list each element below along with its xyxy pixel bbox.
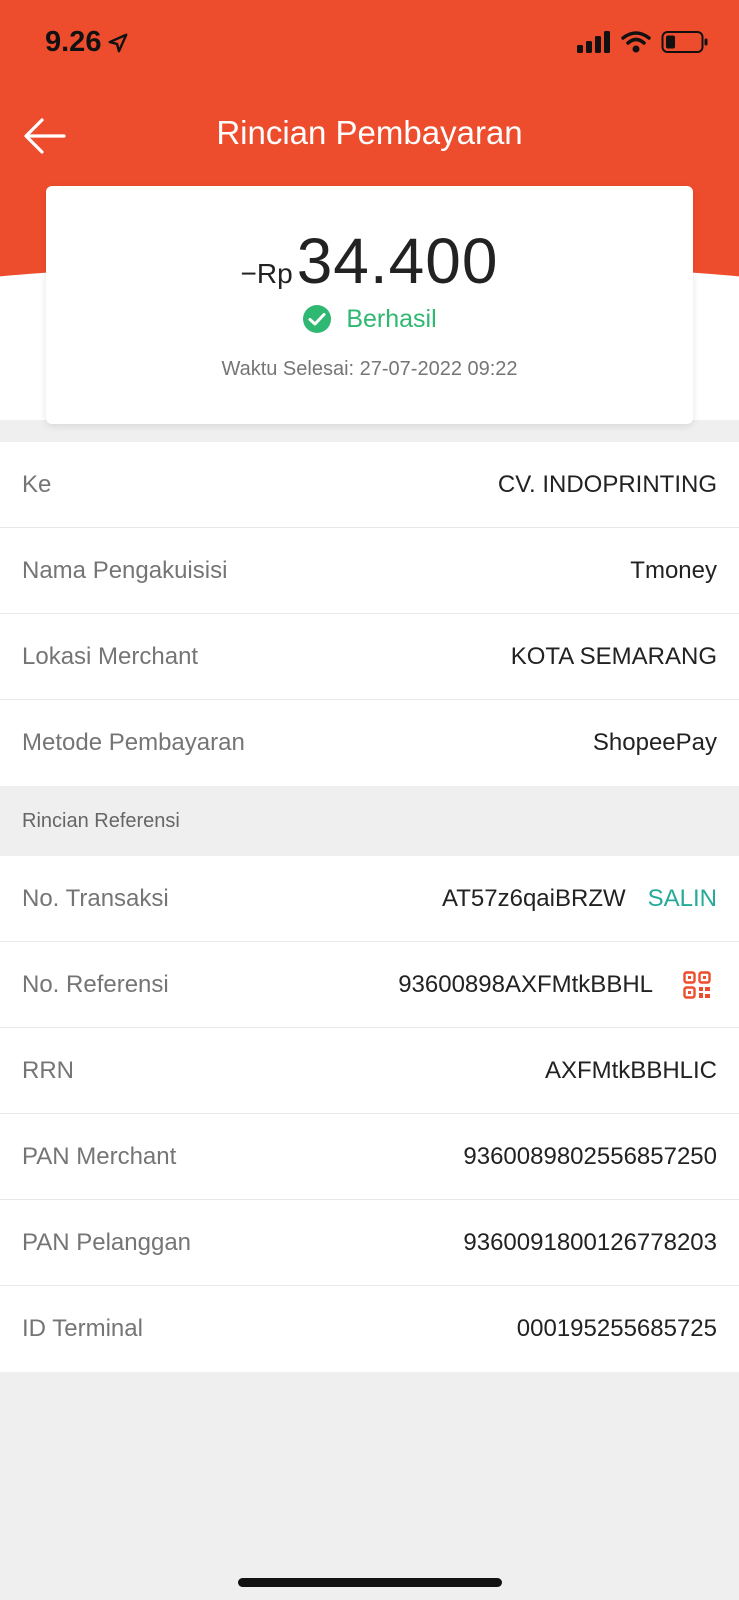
detail-label: Ke — [22, 470, 52, 498]
reference-label: No. Referensi — [22, 970, 169, 998]
reference-section-header: Rincian Referensi — [0, 786, 739, 856]
reference-label: No. Transaksi — [22, 884, 169, 912]
detail-value: CV. INDOPRINTING — [497, 470, 717, 498]
detail-row-recipient: Ke CV. INDOPRINTING — [0, 442, 739, 528]
time-text: 9.26 — [45, 26, 102, 58]
check-circle-icon — [303, 305, 332, 333]
page-title: Rincian Pembayaran — [216, 114, 523, 151]
copy-button[interactable]: SALIN — [648, 885, 717, 913]
detail-value: ShopeePay — [592, 729, 717, 756]
reference-row-pan-customer: PAN Pelanggan 9360091800126778203 — [0, 1200, 739, 1286]
status-bar: 9.26 — [0, 0, 739, 88]
detail-row-acquirer: Nama Pengakuisisi Tmoney — [0, 528, 739, 614]
status-row: Berhasil — [46, 304, 693, 334]
detail-label: Lokasi Merchant — [22, 642, 199, 670]
reference-label: PAN Merchant — [22, 1142, 177, 1170]
status-time: 9.26 — [45, 26, 129, 59]
reference-row-reference-number: No. Referensi 93600898AXFMtkBBHL — [0, 942, 739, 1028]
reference-value: AXFMtkBBHLIC — [544, 1056, 717, 1084]
detail-value: Tmoney — [630, 556, 717, 584]
detail-value: KOTA SEMARANG — [510, 642, 717, 670]
reference-value: 000195255685725 — [516, 1315, 717, 1342]
detail-row-payment-method: Metode Pembayaran ShopeePay — [0, 700, 739, 786]
reference-row-transaction: No. Transaksi AT57z6qaiBRZW SALIN — [0, 856, 739, 942]
finish-time: Waktu Selesai: 27-07-2022 09:22 — [221, 358, 518, 380]
reference-row-terminal-id: ID Terminal 000195255685725 — [0, 1286, 739, 1372]
reference-label: ID Terminal — [22, 1315, 143, 1342]
amount-row: −Rp 34.400 — [46, 224, 693, 298]
status-icons — [577, 30, 709, 54]
signal-icon — [577, 31, 610, 53]
battery-icon — [661, 31, 708, 53]
reference-value-group: AT57z6qaiBRZW SALIN — [442, 885, 717, 913]
reference-row-rrn: RRN AXFMtkBBHLIC — [0, 1028, 739, 1114]
amount-value: 34.400 — [296, 225, 499, 297]
location-arrow-icon — [109, 33, 128, 52]
status-text: Berhasil — [346, 304, 437, 333]
reference-value: 93600898AXFMtkBBHL — [398, 970, 653, 998]
reference-label: PAN Pelanggan — [22, 1228, 192, 1256]
amount-prefix: −Rp — [240, 258, 293, 289]
payment-summary-card: −Rp 34.400 Berhasil Waktu Selesai: 27-07… — [46, 186, 693, 424]
qr-code-icon[interactable] — [683, 970, 711, 999]
navigation-bar: Rincian Pembayaran — [0, 100, 739, 172]
reference-label: RRN — [22, 1056, 74, 1084]
reference-value: 9360089802556857250 — [463, 1142, 717, 1170]
home-indicator[interactable] — [238, 1578, 502, 1587]
detail-label: Nama Pengakuisisi — [22, 556, 228, 584]
reference-value: AT57z6qaiBRZW — [442, 884, 626, 912]
detail-row-merchant-location: Lokasi Merchant KOTA SEMARANG — [0, 614, 739, 700]
wifi-icon — [621, 31, 651, 53]
detail-label: Metode Pembayaran — [22, 729, 245, 756]
reference-row-pan-merchant: PAN Merchant 9360089802556857250 — [0, 1114, 739, 1200]
reference-value: 9360091800126778203 — [463, 1228, 717, 1256]
details-list: Ke CV. INDOPRINTING Nama Pengakuisisi Tm… — [0, 442, 739, 1372]
reference-value-group: 93600898AXFMtkBBHL — [398, 971, 717, 999]
